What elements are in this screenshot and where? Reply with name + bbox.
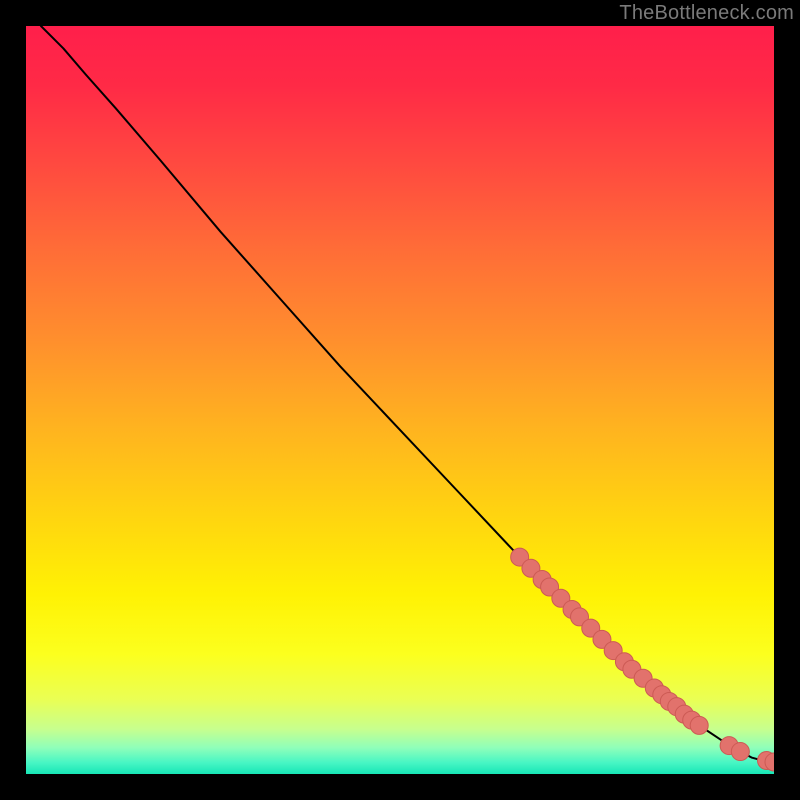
curve-marker: [690, 716, 708, 734]
plot-area: [26, 26, 774, 774]
chart-stage: TheBottleneck.com: [0, 0, 800, 800]
gradient-background: [26, 26, 774, 774]
chart-svg: [26, 26, 774, 774]
curve-marker: [731, 743, 749, 761]
attribution-label: TheBottleneck.com: [619, 2, 794, 25]
